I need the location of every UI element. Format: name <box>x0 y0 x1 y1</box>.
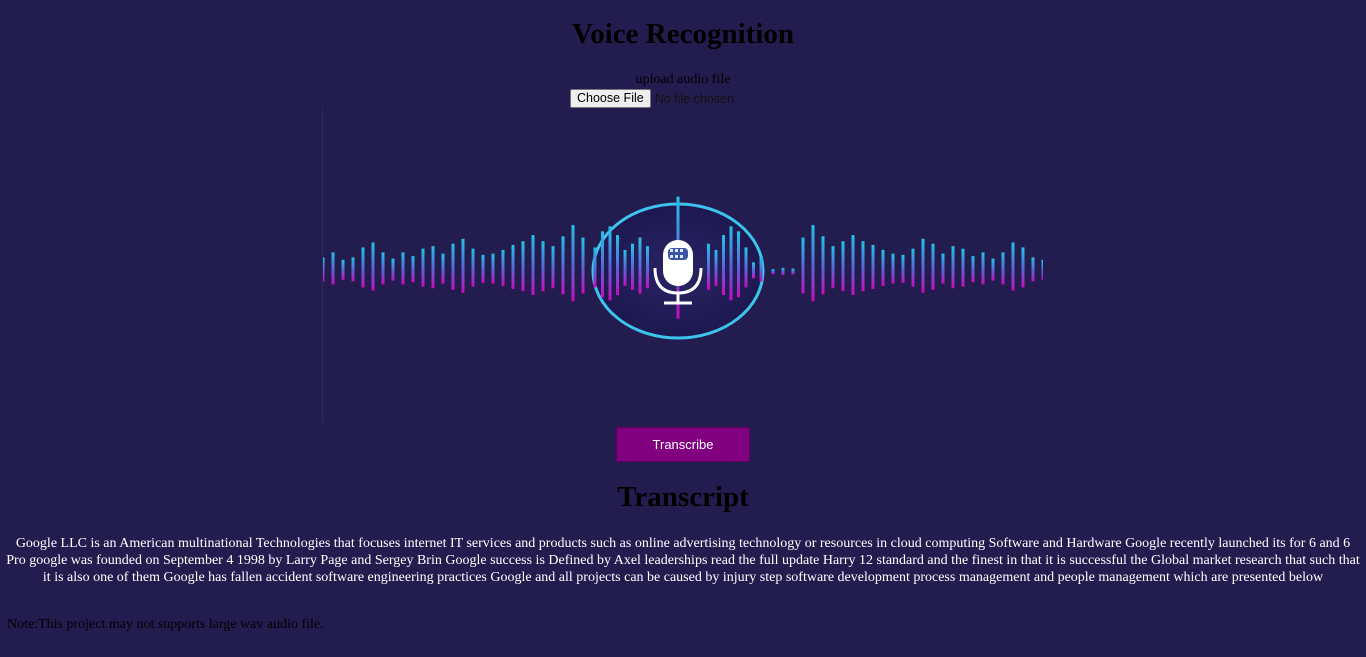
wave-bar <box>714 249 718 286</box>
wave-bar <box>921 238 925 293</box>
file-input[interactable]: Choose File No file chosen <box>570 89 734 108</box>
transcribe-button[interactable]: Transcribe <box>616 427 750 462</box>
wave-bar <box>461 238 465 293</box>
wave-bar <box>521 241 525 292</box>
wave-bar <box>941 253 945 284</box>
wave-bar <box>811 225 815 302</box>
wave-bar <box>851 235 855 296</box>
wave-bar <box>331 252 335 285</box>
wave-bar <box>1021 247 1025 288</box>
wave-bar <box>752 262 755 279</box>
note-text: Note:This project may not supports large… <box>7 617 324 632</box>
wave-bar <box>971 256 975 283</box>
sound-wave-graphic <box>271 196 1085 340</box>
transcript-text: Google LLC is an American multinational … <box>6 536 1360 585</box>
wave-bar <box>341 259 345 280</box>
wave-bar <box>638 237 642 294</box>
wave-bar <box>737 231 740 298</box>
wave-bar <box>981 252 985 285</box>
transcript-heading: Transcript <box>617 481 749 513</box>
wave-bar <box>371 242 375 291</box>
wave-bar <box>616 235 619 296</box>
wave-bar <box>1031 257 1035 282</box>
wave-bar <box>631 243 634 290</box>
wave-bar <box>531 235 535 296</box>
wave-bar <box>991 258 995 281</box>
wave-bar <box>421 248 425 287</box>
wave-bar <box>381 252 385 285</box>
wave-bar <box>431 246 435 289</box>
wave-bar <box>501 249 505 286</box>
wave-bar <box>561 236 565 295</box>
wave-bar <box>321 257 325 282</box>
page: Voice Recognition upload audio file Choo… <box>0 0 1366 657</box>
wave-bar <box>821 236 825 295</box>
wave-bar <box>623 249 627 286</box>
wave-bar <box>759 257 763 282</box>
wave-bar <box>441 253 445 284</box>
wave-bar <box>541 241 545 292</box>
wave-bar <box>951 246 955 289</box>
voice-visual <box>271 108 1085 422</box>
wave-bar <box>361 247 365 288</box>
upload-label: upload audio file <box>0 72 1366 88</box>
wave-bar <box>831 246 835 289</box>
wave-bar <box>451 243 455 290</box>
wave-bar <box>931 243 935 290</box>
wave-bar <box>801 237 805 294</box>
wave-bar <box>871 244 875 289</box>
choose-file-button[interactable]: Choose File <box>570 89 651 108</box>
wave-bar <box>841 241 845 292</box>
wave-bar <box>581 237 585 294</box>
wave-bar <box>551 246 555 289</box>
wave-bar <box>861 241 865 292</box>
wave-bar <box>1001 252 1005 285</box>
wave-bar <box>911 248 915 287</box>
wave-bar <box>401 252 405 285</box>
wave-bar <box>771 269 775 275</box>
wave-bar <box>491 253 495 284</box>
wave-bar <box>791 268 795 275</box>
wave-bar <box>481 254 485 283</box>
wave-bar <box>593 247 597 288</box>
upload-label-text: upload audio file <box>635 72 731 87</box>
wave-bar <box>646 246 649 289</box>
wave-bar <box>722 235 725 296</box>
wave-bar <box>961 248 965 287</box>
wave-bar <box>1011 242 1015 291</box>
file-status: No file chosen <box>654 91 734 106</box>
page-title: Voice Recognition <box>571 18 795 50</box>
wave-bar <box>411 256 415 283</box>
wave-bar <box>391 258 395 281</box>
wave-bar <box>511 244 515 289</box>
wave-bar <box>707 243 710 290</box>
wave-bar <box>601 231 604 298</box>
wave-bar <box>891 253 895 284</box>
wave-bar <box>608 226 612 301</box>
wave-bar <box>901 254 905 283</box>
wave-bar <box>881 249 885 286</box>
wave-bar <box>471 248 475 287</box>
wave-bar <box>351 257 355 282</box>
wave-bar <box>729 226 733 301</box>
wave-bar <box>571 225 575 302</box>
wave-bar <box>744 247 748 288</box>
wave-bar <box>781 267 785 275</box>
wave-bar <box>1041 259 1045 280</box>
